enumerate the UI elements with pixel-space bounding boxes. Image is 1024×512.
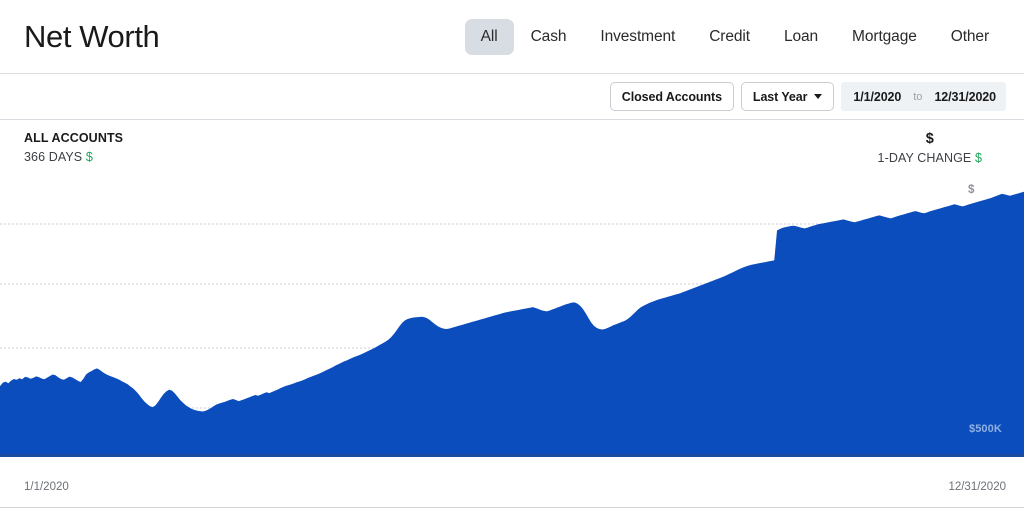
period-label: 366 DAYS [24, 149, 83, 164]
start-date-input[interactable]: 1/1/2020 [853, 90, 901, 104]
page-title: Net Worth [24, 19, 160, 54]
x-axis-end-label: 12/31/2020 [948, 481, 1006, 493]
tab-all[interactable]: All [464, 18, 514, 55]
summary-right: $ 1-DAY CHANGE $ [878, 131, 1006, 167]
page-header: Net Worth All Cash Investment Credit Loa… [0, 0, 1024, 74]
net-worth-chart[interactable]: $ $500K [0, 176, 1024, 474]
tab-mortgage[interactable]: Mortgage [835, 19, 934, 55]
filter-bar: Closed Accounts Last Year 1/1/2020 to 12… [0, 74, 1024, 120]
end-date-input[interactable]: 12/31/2020 [934, 90, 996, 104]
account-scope-label: ALL ACCOUNTS [24, 131, 124, 145]
chart-top-value-label: $ [968, 184, 975, 196]
tab-investment[interactable]: Investment [583, 19, 692, 55]
total-value: $ [925, 131, 934, 147]
chart-floor-value-label: $500K [969, 423, 1002, 435]
summary-left: ALL ACCOUNTS 366 DAYS $ [24, 131, 123, 165]
x-axis-start-label: 1/1/2020 [24, 481, 69, 493]
tab-credit[interactable]: Credit [692, 19, 767, 55]
one-day-change: 1-DAY CHANGE $ [878, 151, 982, 167]
period-value: $ [85, 149, 93, 164]
date-preset-dropdown[interactable]: Last Year [740, 82, 835, 111]
date-range-group: 1/1/2020 to 12/31/2020 [841, 82, 1006, 111]
net-worth-page: Net Worth All Cash Investment Credit Loa… [0, 0, 1024, 512]
period-summary: 366 DAYS $ [24, 150, 123, 166]
one-day-change-value: $ [974, 151, 982, 166]
chart-baseline [0, 454, 1024, 457]
summary-row: ALL ACCOUNTS 366 DAYS $ $ 1-DAY CHANGE $ [0, 120, 1024, 176]
date-preset-label: Last Year [752, 89, 808, 104]
chevron-down-icon [814, 94, 823, 99]
tab-other[interactable]: Other [934, 19, 1006, 55]
chart-x-axis: 1/1/2020 12/31/2020 [0, 474, 1024, 508]
account-type-tabs: All Cash Investment Credit Loan Mortgage… [464, 18, 1006, 55]
date-to-label: to [913, 90, 923, 103]
tab-cash[interactable]: Cash [514, 19, 584, 55]
one-day-change-label: 1-DAY CHANGE [877, 151, 972, 166]
net-worth-area-chart[interactable] [0, 176, 1024, 474]
chart-area-fill [0, 191, 1024, 454]
tab-loan[interactable]: Loan [767, 19, 835, 55]
closed-accounts-button[interactable]: Closed Accounts [609, 82, 734, 111]
